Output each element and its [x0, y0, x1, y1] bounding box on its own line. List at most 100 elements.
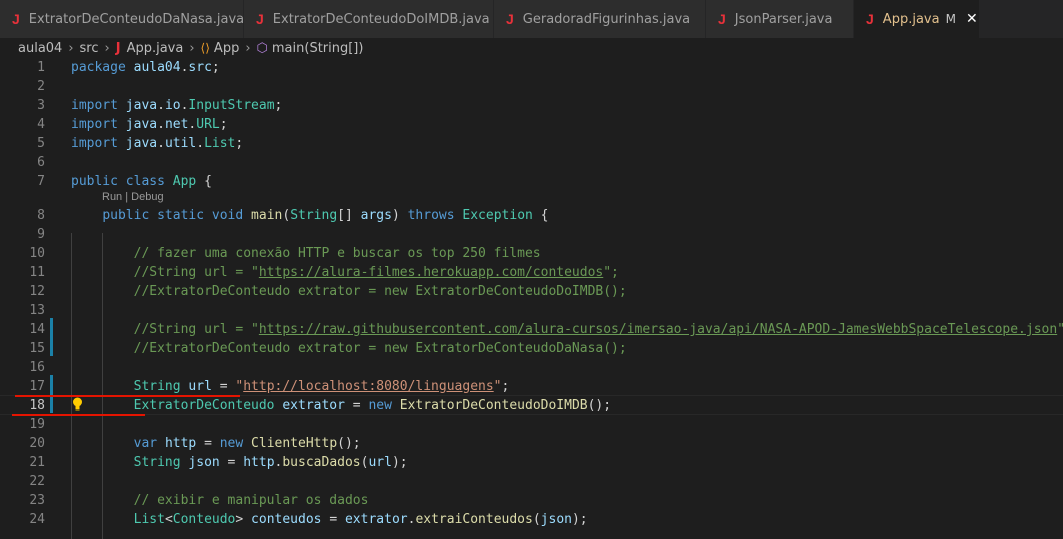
code-line[interactable]: 6: [0, 153, 1063, 172]
code-text: //String url = "https://raw.githubuserco…: [71, 320, 1063, 339]
code-token: ";: [603, 265, 619, 280]
code-token: =: [196, 436, 220, 451]
code-token: (: [282, 208, 291, 223]
code-line[interactable]: 4 import java.net.URL;: [0, 115, 1063, 134]
tab-app-java[interactable]: J App.java M ✕: [854, 0, 980, 38]
breadcrumb-item-folder[interactable]: aula04: [18, 41, 62, 56]
code-line[interactable]: 20 var http = new ClienteHttp();: [0, 434, 1063, 453]
breadcrumb: aula04 › src › J App.java › ⟨⟩ App › ⬡ m…: [0, 38, 1063, 58]
chevron-right-icon: ›: [104, 40, 110, 56]
code-token: URL: [196, 117, 220, 132]
code-line[interactable]: 7 public class App {: [0, 172, 1063, 191]
code-line[interactable]: 24 List<Conteudo> conteudos = extrator.e…: [0, 510, 1063, 529]
line-number: 7: [37, 174, 45, 189]
java-file-icon: J: [115, 40, 121, 56]
code-token: ;: [211, 60, 220, 75]
tab-extrator-nasa[interactable]: J ExtratorDeConteudoDaNasa.java: [0, 0, 244, 38]
code-line[interactable]: 21 String json = http.buscaDados(url);: [0, 453, 1063, 472]
code-token: App: [172, 174, 197, 189]
code-token: aula04: [133, 60, 181, 75]
code-line[interactable]: 13: [0, 301, 1063, 320]
code-token: //String url = ": [133, 265, 259, 280]
code-token: public: [102, 208, 150, 223]
code-text: package aula04.src;: [71, 58, 220, 77]
code-token: public: [71, 174, 118, 189]
code-token: <: [164, 512, 173, 527]
line-number: 11: [29, 265, 45, 280]
line-number: 10: [29, 246, 45, 261]
code-line[interactable]: 15 //ExtratorDeConteudo extrator = new E…: [0, 339, 1063, 358]
code-token: class: [125, 174, 165, 189]
code-token: .: [157, 136, 165, 151]
code-text: var http = new ClienteHttp();: [71, 434, 361, 453]
code-token: =: [219, 455, 244, 470]
code-token: http: [243, 455, 275, 470]
code-line[interactable]: 14 //String url = "https://raw.githubuse…: [0, 320, 1063, 339]
code-line[interactable]: 16: [0, 358, 1063, 377]
tab-gerador-figurinhas[interactable]: J GeradoradFigurinhas.java: [494, 0, 706, 38]
code-line[interactable]: 18 ExtratorDeConteudo extrator = new Ext…: [0, 396, 1063, 415]
code-token: import: [71, 117, 118, 132]
code-line[interactable]: 3 import java.io.InputStream;: [0, 96, 1063, 115]
code-line[interactable]: 12 //ExtratorDeConteudo extrator = new E…: [0, 282, 1063, 301]
tab-json-parser[interactable]: J JsonParser.java: [706, 0, 854, 38]
code-token: ";: [1057, 322, 1063, 337]
editor-tab-bar: J ExtratorDeConteudoDaNasa.java J Extrat…: [0, 0, 1063, 38]
code-line[interactable]: 11 //String url = "https://alura-filmes.…: [0, 263, 1063, 282]
code-text: //String url = "https://alura-filmes.her…: [71, 263, 619, 282]
code-line[interactable]: 10 // fazer uma conexão HTTP e buscar os…: [0, 244, 1063, 263]
code-line[interactable]: 5 import java.util.List;: [0, 134, 1063, 153]
tab-label: GeradoradFigurinhas.java: [522, 11, 691, 27]
code-token: .: [196, 136, 205, 151]
breadcrumb-item-src[interactable]: src: [80, 41, 99, 56]
breadcrumb-item-method[interactable]: main(String[]): [272, 41, 364, 56]
code-line[interactable]: 22: [0, 472, 1063, 491]
code-token: conteudos: [251, 512, 322, 527]
java-file-icon: J: [12, 11, 20, 27]
code-token: extraiConteudos: [415, 512, 533, 527]
code-token: {: [532, 208, 549, 223]
line-number: 18: [29, 398, 45, 413]
breadcrumb-item-class[interactable]: App: [214, 41, 239, 56]
code-editor[interactable]: Run | Debug 1 package aula04.src; 2 3 import…: [0, 58, 1063, 539]
code-line[interactable]: 19: [0, 415, 1063, 434]
code-text: public class App {: [71, 172, 212, 191]
line-number: 19: [29, 417, 45, 432]
code-token: main: [251, 208, 283, 223]
code-line[interactable]: 2: [0, 77, 1063, 96]
code-token: ): [391, 208, 408, 223]
code-token: ;: [501, 379, 510, 394]
code-line[interactable]: 9: [0, 225, 1063, 244]
tab-label: JsonParser.java: [734, 11, 833, 27]
close-icon[interactable]: ✕: [966, 11, 978, 27]
code-token: ExtratorDeConteudo: [133, 398, 275, 413]
line-number: 15: [29, 341, 45, 356]
modified-indicator: M: [945, 12, 956, 26]
code-token: ();: [587, 398, 612, 413]
code-line[interactable]: 8 public static void main(String[] args)…: [0, 206, 1063, 225]
tab-extrator-imdb[interactable]: J ExtratorDeConteudoDoIMDB.java: [244, 0, 494, 38]
code-token: String: [133, 379, 181, 394]
code-token: );: [391, 455, 408, 470]
code-line[interactable]: 1 package aula04.src;: [0, 58, 1063, 77]
code-token: util: [164, 136, 197, 151]
codelens-run-debug[interactable]: Run | Debug: [102, 191, 164, 203]
code-text: import java.net.URL;: [71, 115, 228, 134]
chevron-right-icon: ›: [68, 40, 74, 56]
code-text: //ExtratorDeConteudo extrator = new Extr…: [71, 339, 627, 358]
code-token: package: [71, 60, 126, 75]
code-line[interactable]: 17 String url = "http://localhost:8080/l…: [0, 377, 1063, 396]
code-line[interactable]: 23 // exibir e manipular os dados: [0, 491, 1063, 510]
code-token: args: [360, 208, 392, 223]
line-number: 6: [37, 155, 45, 170]
code-token: url: [368, 455, 392, 470]
code-token: json: [540, 512, 572, 527]
code-token: ClienteHttp: [251, 436, 338, 451]
breadcrumb-item-file[interactable]: App.java: [127, 41, 184, 56]
code-token: json: [188, 455, 220, 470]
